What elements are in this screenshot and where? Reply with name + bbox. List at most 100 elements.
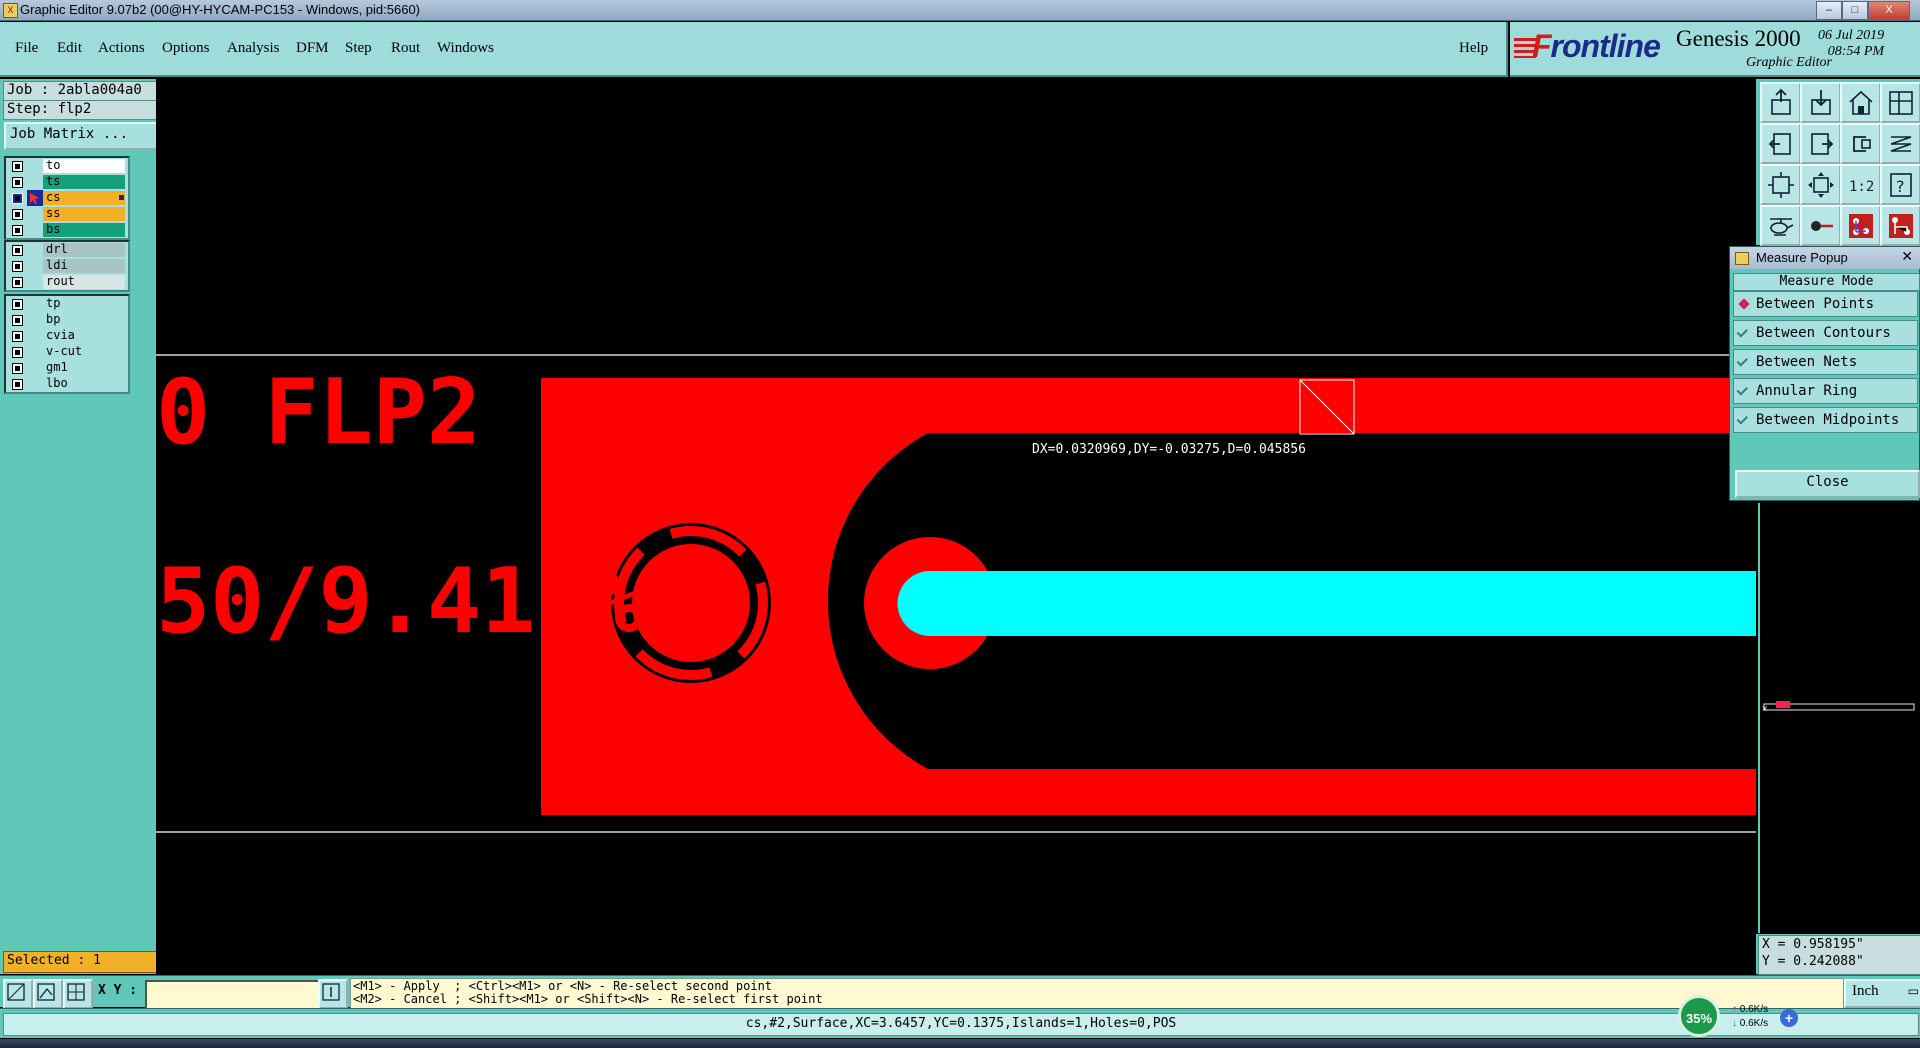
- layer-name[interactable]: rout: [43, 275, 125, 289]
- silk-text-line2: 50/9.41 %: [156, 549, 644, 654]
- layer-name[interactable]: bp: [43, 313, 125, 327]
- layout-button[interactable]: [1880, 82, 1920, 123]
- unit-selector[interactable]: Inch ▭: [1844, 979, 1920, 1008]
- measure-option-between-points[interactable]: Between Points: [1733, 291, 1918, 317]
- thermal-pad[interactable]: [632, 544, 750, 662]
- layer-name[interactable]: ldi: [43, 259, 125, 273]
- close-icon[interactable]: ✕: [1901, 248, 1913, 265]
- measure-option-between-midpoints[interactable]: Between Midpoints: [1733, 407, 1918, 433]
- board-drawing[interactable]: DX=0.0320969,DY=-0.03275,D=0.045856 0 FL…: [156, 79, 1756, 974]
- xy-input[interactable]: [145, 980, 321, 1010]
- help-button[interactable]: ?: [1880, 164, 1920, 205]
- highlighted-trace[interactable]: [897, 571, 1757, 636]
- text-cursor-button[interactable]: [318, 979, 348, 1009]
- snap-grid-button[interactable]: [3, 979, 33, 1009]
- layer-row-gm1[interactable]: gm1: [6, 360, 128, 376]
- redraw-button[interactable]: [1840, 123, 1881, 164]
- snap-button[interactable]: [1880, 123, 1920, 164]
- menu-step[interactable]: Step: [345, 40, 372, 57]
- window-title: Graphic Editor 9.07b2 (00@HY-HYCAM-PC153…: [20, 2, 421, 17]
- layer-name[interactable]: cvia: [43, 329, 125, 343]
- layer-checkbox[interactable]: [12, 299, 23, 310]
- layer-name[interactable]: tp: [43, 297, 125, 311]
- layer-checkbox[interactable]: [12, 277, 23, 288]
- export-icon: [1771, 88, 1791, 115]
- helicopter-button[interactable]: [1760, 205, 1801, 246]
- layer-mark: [27, 344, 43, 360]
- layer-row-cvia[interactable]: cvia: [6, 328, 128, 344]
- layer-row-lbo[interactable]: lbo: [6, 376, 128, 392]
- layer-row-to[interactable]: to: [6, 158, 128, 174]
- scale-button[interactable]: 1:2: [1840, 164, 1881, 205]
- layer-row-v-cut[interactable]: v-cut: [6, 344, 128, 360]
- layer-name[interactable]: v-cut: [43, 345, 125, 359]
- layer-checkbox[interactable]: [12, 177, 23, 188]
- layer-name[interactable]: ss: [43, 207, 125, 221]
- layer-row-ss[interactable]: ss: [6, 206, 128, 222]
- layer-checkbox[interactable]: [12, 347, 23, 358]
- menu-help[interactable]: Help: [1459, 40, 1488, 57]
- layer-row-drl[interactable]: drl: [6, 242, 128, 258]
- net-icon: [1849, 214, 1873, 238]
- menu-dfm[interactable]: DFM: [296, 40, 329, 57]
- import-button[interactable]: [1800, 82, 1841, 123]
- zoom-fit-button[interactable]: [1760, 164, 1801, 205]
- layer-name[interactable]: to: [43, 159, 125, 173]
- menu-options[interactable]: Options: [162, 40, 210, 57]
- menu-actions[interactable]: Actions: [98, 40, 145, 57]
- plus-icon[interactable]: +: [1780, 1009, 1798, 1027]
- layer-checkbox[interactable]: [12, 161, 23, 172]
- menu-windows[interactable]: Windows: [437, 40, 494, 57]
- menu-rout[interactable]: Rout: [391, 40, 420, 57]
- layer-checkbox[interactable]: [12, 225, 23, 236]
- layer-row-rout[interactable]: rout: [6, 274, 128, 290]
- layer-row-bp[interactable]: bp: [6, 312, 128, 328]
- layer-name[interactable]: bs: [43, 223, 125, 237]
- layer-name[interactable]: lbo: [43, 377, 125, 391]
- layer-name[interactable]: ts: [43, 175, 125, 189]
- network-monitor-widget[interactable]: 35% ↑ 0.6K/s ↓ 0.6K/s +: [1676, 995, 1798, 1039]
- layer-name[interactable]: cs: [43, 191, 125, 205]
- menu-edit[interactable]: Edit: [57, 40, 82, 57]
- measure-option-annular-ring[interactable]: Annular Ring: [1733, 378, 1918, 404]
- net-button[interactable]: [1840, 205, 1881, 246]
- maximize-button[interactable]: □: [1842, 1, 1868, 20]
- layer-row-tp[interactable]: tp: [6, 296, 128, 312]
- menu-file[interactable]: File: [15, 40, 38, 57]
- measure-option-between-contours[interactable]: Between Contours: [1733, 320, 1918, 346]
- job-matrix-button[interactable]: Job Matrix ...: [4, 122, 160, 150]
- measure-popup-titlebar[interactable]: Measure Popup ✕: [1730, 247, 1920, 269]
- netlist-button[interactable]: [1880, 205, 1920, 246]
- graphic-canvas[interactable]: DX=0.0320969,DY=-0.03275,D=0.045856 0 FL…: [156, 79, 1756, 974]
- layer-checkbox[interactable]: [12, 315, 23, 326]
- snap-angle-button[interactable]: [33, 979, 63, 1009]
- layer-checkbox[interactable]: [12, 331, 23, 342]
- probe-button[interactable]: [1800, 205, 1841, 246]
- layer-checkbox[interactable]: [12, 379, 23, 390]
- layer-row-cs[interactable]: cs: [6, 190, 128, 206]
- layer-row-ts[interactable]: ts: [6, 174, 128, 190]
- export-button[interactable]: [1760, 82, 1801, 123]
- layer-name[interactable]: drl: [43, 243, 125, 257]
- layer-checkbox[interactable]: [12, 261, 23, 272]
- home-button[interactable]: [1840, 82, 1881, 123]
- pan-left-button[interactable]: [1760, 123, 1801, 164]
- measure-option-between-nets[interactable]: Between Nets: [1733, 349, 1918, 375]
- layer-checkbox[interactable]: [12, 209, 23, 220]
- layer-row-bs[interactable]: bs: [6, 222, 128, 238]
- overview-origin-icon: ✕: [1762, 704, 1767, 714]
- layer-checkbox[interactable]: [12, 363, 23, 374]
- layer-checkbox[interactable]: [12, 245, 23, 256]
- layer-name[interactable]: gm1: [43, 361, 125, 375]
- menu-analysis[interactable]: Analysis: [227, 40, 280, 57]
- window-title-bar[interactable]: X Graphic Editor 9.07b2 (00@HY-HYCAM-PC1…: [0, 0, 1920, 21]
- zoom-center-button[interactable]: [1800, 164, 1841, 205]
- layer-checkbox[interactable]: [12, 193, 23, 204]
- close-window-button[interactable]: X: [1868, 1, 1910, 20]
- grid-button[interactable]: [63, 979, 93, 1009]
- layer-row-ldi[interactable]: ldi: [6, 258, 128, 274]
- minimize-button[interactable]: –: [1816, 1, 1842, 20]
- pan-right-button[interactable]: [1800, 123, 1841, 164]
- overview-map[interactable]: ✕: [1758, 503, 1920, 933]
- measure-close-button[interactable]: Close: [1735, 470, 1920, 498]
